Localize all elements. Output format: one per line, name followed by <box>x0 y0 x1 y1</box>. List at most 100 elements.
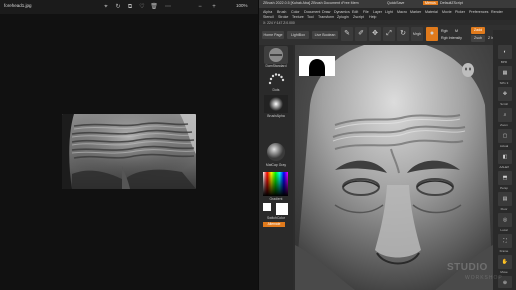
menu-movie[interactable]: Movie <box>442 10 452 14</box>
menu-edit[interactable]: Edit <box>352 10 358 14</box>
menu-picker[interactable]: Picker <box>455 10 465 14</box>
move-view-label: Move <box>500 270 508 274</box>
local-icon[interactable]: ◎ <box>498 213 512 227</box>
menu-marker[interactable]: Marker <box>410 10 421 14</box>
gradient-label: Gradient <box>269 197 283 201</box>
forehead-photo <box>62 114 196 189</box>
move-tool-icon[interactable]: ✥ <box>369 27 381 41</box>
menu-render[interactable]: Render <box>491 10 503 14</box>
zsub-button[interactable]: Zsub <box>471 35 485 42</box>
scroll-label: Scroll <box>500 102 508 106</box>
aahalf-label: AAHalf <box>499 165 509 169</box>
brush-alpha-label: BrushAlpha <box>267 114 285 118</box>
menu-preferences[interactable]: Preferences <box>469 10 488 14</box>
zoom-out-icon[interactable]: − <box>196 3 204 11</box>
persp-icon[interactable]: ⬒ <box>498 171 512 185</box>
zoom-in-icon[interactable]: + <box>210 3 218 11</box>
aahalf-icon[interactable]: ◧ <box>498 150 512 164</box>
document-title: ZBrush Document <box>311 1 340 5</box>
rotate-icon[interactable]: ↻ <box>114 3 122 11</box>
zoom-level: 100% <box>236 3 248 8</box>
home-page-button[interactable]: Home Page <box>262 31 284 39</box>
watermark-subtitle: WORKSHOP <box>465 275 503 281</box>
quicksave-button[interactable]: QuickSave <box>387 1 404 5</box>
scroll-icon[interactable]: ✥ <box>498 87 512 101</box>
floor-icon[interactable]: ▤ <box>498 192 512 206</box>
default-zscript[interactable]: DefaultZScript <box>440 1 463 5</box>
persp-label: Persp <box>500 186 508 190</box>
menu-help[interactable]: Help <box>369 15 376 19</box>
edit-tool-icon[interactable]: ✎ <box>341 27 353 41</box>
menu-color[interactable]: Color <box>291 10 300 14</box>
menu-zplugin[interactable]: Zplugin <box>337 15 349 19</box>
material-sphere-icon[interactable]: ● <box>426 27 438 41</box>
switch-color-label[interactable]: SwitchColor <box>259 216 293 220</box>
main-color-swatch[interactable] <box>263 203 271 211</box>
zoom-label: Zoom <box>500 123 508 127</box>
menu-zscript[interactable]: Zscript <box>353 15 364 19</box>
menu-macro[interactable]: Macro <box>397 10 407 14</box>
app-title: ZBrush 2022.0.5 [Kuhak Aba] <box>263 1 310 5</box>
actual-icon[interactable]: ▢ <box>498 129 512 143</box>
rotate-tool-icon[interactable]: ↻ <box>397 27 409 41</box>
rgb-intensity-label[interactable]: Rgb Intensity <box>441 36 462 40</box>
dots-stroke-icon[interactable] <box>264 70 288 88</box>
menu-dynamics[interactable]: Dynamics <box>334 10 350 14</box>
alternate-button[interactable]: Alternate <box>263 222 285 227</box>
menu-document[interactable]: Document <box>304 10 320 14</box>
delete-icon[interactable]: 🗑 <box>150 3 158 11</box>
bpr-icon[interactable]: ◐ <box>498 45 512 59</box>
menu-draw[interactable]: Draw <box>322 10 330 14</box>
draw-tool-icon[interactable]: ✐ <box>355 27 367 41</box>
actual-label: Actual <box>499 144 509 148</box>
bpr-label: BPR <box>500 60 508 64</box>
menu-tool[interactable]: Tool <box>307 15 314 19</box>
rgb-label[interactable]: Rgb <box>441 29 448 33</box>
photo-viewer-window: forehead1.jpg ⌖ ↻ ⧉ ♡ 🗑 ⋯ − + 100% <box>0 0 258 290</box>
spix-icon[interactable]: ▦ <box>498 66 512 80</box>
watermark-logo: STUDIO <box>447 262 488 273</box>
spix-label: SPix 3 <box>499 81 509 85</box>
document-canvas[interactable] <box>295 45 493 290</box>
secondary-color-swatch[interactable] <box>276 203 288 215</box>
dam-standard-brush-icon[interactable] <box>264 46 288 64</box>
menu-light[interactable]: Light <box>385 10 393 14</box>
frame-label: Frame <box>499 249 509 253</box>
menu-material[interactable]: Material <box>425 10 438 14</box>
frame-icon[interactable]: ⛶ <box>498 234 512 248</box>
lightbox-button[interactable]: LightBox <box>287 31 309 39</box>
reference-thumbnail[interactable] <box>299 56 335 76</box>
live-boolean-button[interactable]: Live Boolean <box>312 31 338 39</box>
scale-tool-icon[interactable]: ⤢ <box>383 27 395 41</box>
navigation-head-icon[interactable] <box>461 62 475 80</box>
more-icon[interactable]: ⋯ <box>164 3 172 11</box>
menus-button[interactable]: Menus <box>423 1 438 5</box>
color-picker-square[interactable] <box>263 172 288 196</box>
zoom-icon[interactable]: ⌕ <box>498 108 512 122</box>
menu-texture[interactable]: Texture <box>292 15 304 19</box>
crop-icon[interactable]: ⧉ <box>126 3 134 11</box>
menu-brush[interactable]: Brush <box>277 10 286 14</box>
menu-transform[interactable]: Transform <box>318 15 334 19</box>
menu-alpha[interactable]: Alpha <box>263 10 272 14</box>
mrgb-label: Mrgb <box>412 32 422 36</box>
menu-stencil[interactable]: Stencil <box>263 15 274 19</box>
material-sphere-preview[interactable] <box>264 142 288 162</box>
menu-file[interactable]: File <box>363 10 369 14</box>
zadd-button[interactable]: Zadd <box>471 27 485 34</box>
material-label: MatCap Gray <box>265 163 287 167</box>
menu-layer[interactable]: Layer <box>373 10 382 14</box>
move-view-icon[interactable]: ✋ <box>498 255 512 269</box>
mrgb-toggle[interactable]: Mrgb <box>411 27 423 41</box>
brush-alpha-icon[interactable] <box>264 95 288 113</box>
cursor-icon[interactable]: ⌖ <box>102 3 110 11</box>
file-name: forehead1.jpg <box>4 3 32 8</box>
dots-label: Dots <box>272 88 280 92</box>
floor-label: Floor <box>500 207 508 211</box>
free-mem: •Free Mem <box>341 1 359 5</box>
favorite-icon[interactable]: ♡ <box>138 3 146 11</box>
dam-standard-label: DamStandard <box>265 64 287 68</box>
zbrush-window: ZBrush 2022.0.5 [Kuhak Aba] ZBrush Docum… <box>259 0 516 290</box>
m-label[interactable]: M <box>455 29 458 33</box>
menu-stroke[interactable]: Stroke <box>278 15 288 19</box>
